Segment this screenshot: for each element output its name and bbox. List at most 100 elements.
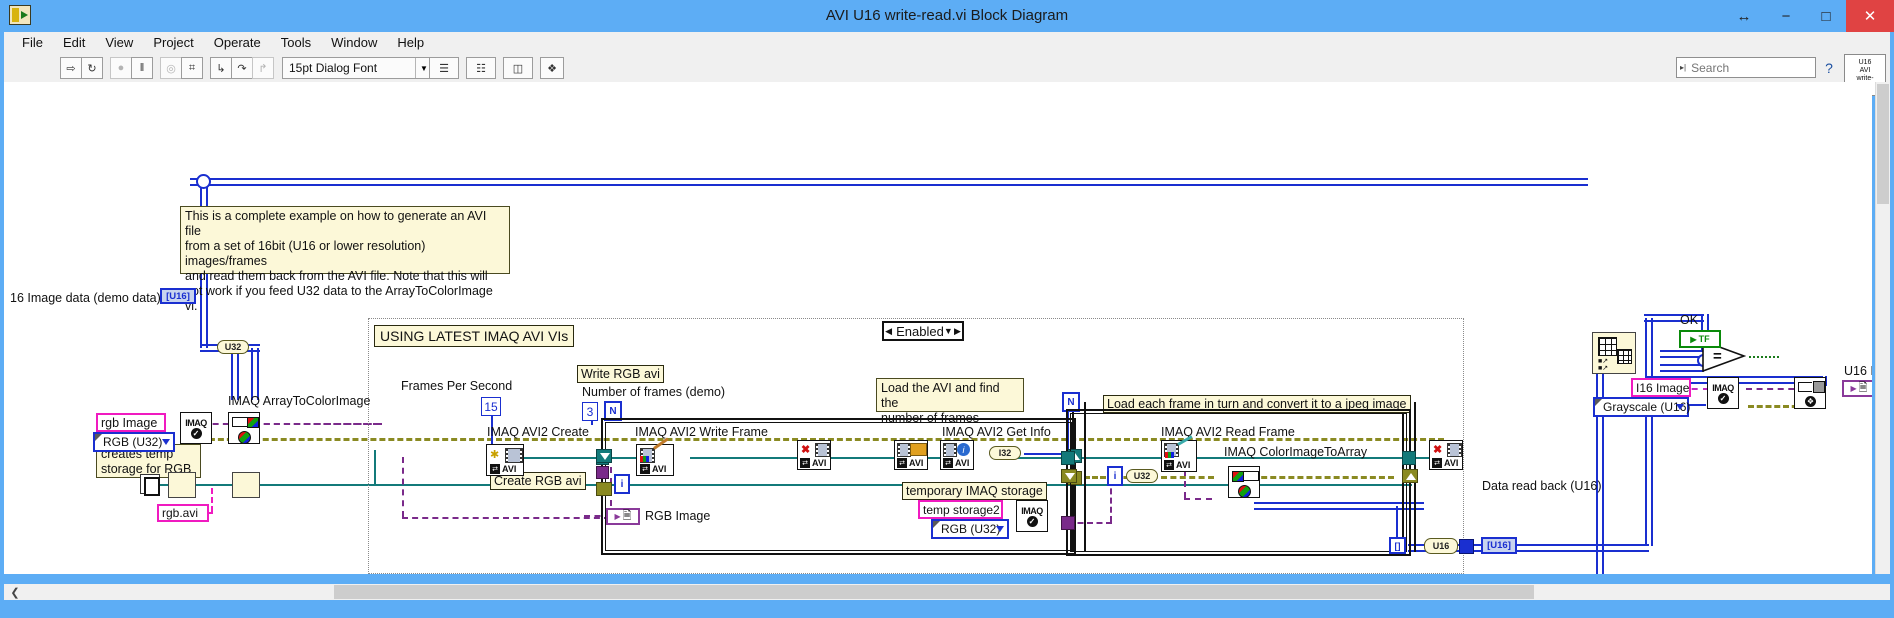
node-imaq-avi2-read-frame[interactable]: ⇄ AVI	[1161, 435, 1197, 472]
node-array-size[interactable]: ■↗ ■↗	[1592, 332, 1636, 374]
tunnel-index-array-out[interactable]: []	[1389, 537, 1406, 554]
control-corner-icon	[1595, 399, 1602, 406]
retain-wire-values-button[interactable]: ⌗	[181, 57, 203, 79]
minimize-button[interactable]: −	[1766, 0, 1806, 32]
label-rgb-image-indicator: RGB Image	[645, 509, 711, 523]
node-imaq-avi2-get-info[interactable]: i ⇄ AVI	[940, 440, 974, 470]
cast-u32-left[interactable]: U32	[217, 340, 249, 354]
align-objects-button[interactable]: ☰	[429, 57, 459, 79]
terminal-u16-array-input[interactable]: [U16]	[160, 288, 196, 304]
cast-u16-readback[interactable]: U16	[1424, 538, 1458, 554]
cast-i32-getinfo[interactable]: I32	[989, 446, 1021, 460]
indicator-u16-image[interactable]: ▶ 🗎	[1842, 380, 1872, 397]
tunnel-read-in-olive[interactable]	[1061, 469, 1077, 483]
maximize-button[interactable]: □	[1806, 0, 1846, 32]
indicator-rgb-image[interactable]: ▶ 🗎	[606, 508, 640, 525]
pause-button[interactable]: ‖	[131, 57, 153, 79]
indicator-data-read-back[interactable]: [U16]	[1481, 537, 1517, 554]
abort-execution-button[interactable]: ●	[110, 57, 132, 79]
tunnel-olive-write-in[interactable]	[596, 482, 612, 496]
chevron-down-icon[interactable]: ▼	[943, 326, 953, 336]
chevron-down-icon[interactable]	[996, 526, 1004, 532]
control-temp-storage2-type[interactable]: RGB (U32)	[931, 519, 1009, 539]
search-scope-icon[interactable]: ▸|	[1677, 63, 1689, 72]
step-into-button[interactable]: ↳	[210, 57, 232, 79]
context-help-icon[interactable]: ?	[1820, 57, 1838, 78]
horizontal-scrollbar[interactable]: ❮	[4, 584, 1890, 600]
node-build-path-1[interactable]	[168, 472, 196, 498]
menu-project[interactable]: Project	[143, 32, 203, 54]
menu-tools[interactable]: Tools	[271, 32, 321, 54]
node-file-constant-icon[interactable]	[140, 474, 160, 496]
constant-frames-per-second[interactable]: 15	[481, 397, 501, 416]
node-imaq-array-to-color-image[interactable]	[228, 412, 260, 444]
node-imaq-create-temp2[interactable]: IMAQ ✓	[1016, 500, 1048, 532]
step-over-button[interactable]: ↷	[231, 57, 253, 79]
control-temp-storage2-label[interactable]: temp storage2	[918, 500, 1003, 519]
tunnel-teal-read-out[interactable]	[1402, 451, 1416, 465]
comment-write-rgb-avi[interactable]: Write RGB avi	[577, 365, 664, 383]
menu-view[interactable]: View	[95, 32, 143, 54]
close-button[interactable]: ✕	[1846, 0, 1894, 32]
node-imaq-avi2-write-frame[interactable]: ⇄ AVI	[636, 437, 674, 476]
control-corner-icon	[95, 434, 102, 441]
block-diagram-canvas[interactable]: This is a complete example on how to gen…	[4, 82, 1872, 574]
wire-u32-cast-right	[251, 348, 259, 400]
control-i16-image-label[interactable]: I16 Image	[1631, 378, 1691, 397]
case-prev-arrow-icon[interactable]: ◀	[884, 325, 894, 337]
loop-index-terminal-read[interactable]: i	[1107, 466, 1123, 486]
control-avi-filename[interactable]: rgb.avi	[157, 504, 209, 522]
resize-objects-button[interactable]: ◫	[503, 57, 533, 79]
node-imaq-avi2-close-read[interactable]: ✖ ⇄ AVI	[1429, 440, 1463, 470]
menu-operate[interactable]: Operate	[204, 32, 271, 54]
menu-help[interactable]: Help	[387, 32, 434, 54]
vertical-scrollbar-thumb[interactable]	[1877, 84, 1889, 204]
menu-file[interactable]: File	[12, 32, 53, 54]
node-imaq-avi2-create[interactable]: ✱ ⇄ AVI	[486, 444, 524, 476]
chevron-down-icon[interactable]	[162, 439, 170, 445]
node-imaq-create-left[interactable]: IMAQ ✓	[180, 412, 212, 444]
wire-u32-cast-down	[231, 348, 239, 400]
tunnel-read-out-olive[interactable]	[1402, 469, 1418, 483]
horizontal-scrollbar-thumb[interactable]	[334, 585, 1534, 599]
search-box[interactable]: ▸| 🔍	[1676, 57, 1863, 78]
node-imaq-create-i16[interactable]: IMAQ ✓	[1707, 377, 1739, 409]
avi-text-close: AVI	[812, 458, 827, 468]
control-i16-image-type[interactable]: Grayscale (U16)	[1593, 397, 1690, 417]
step-out-button[interactable]: ↱	[252, 57, 274, 79]
menu-window[interactable]: Window	[321, 32, 387, 54]
comment-using-latest[interactable]: USING LATEST IMAQ AVI VIs	[374, 325, 575, 347]
control-rgb-image-label[interactable]: rgb Image	[96, 413, 166, 432]
font-selector[interactable]: 15pt Dialog Font ▼	[282, 57, 433, 79]
constant-number-of-frames[interactable]: 3	[582, 402, 598, 421]
node-imaq-color-image-to-array[interactable]	[1228, 466, 1260, 498]
chevron-down-icon[interactable]	[1676, 404, 1684, 410]
control-rgb-image-type[interactable]: RGB (U32)	[93, 432, 175, 452]
case-selector-enabled[interactable]: ◀ Enabled ▼ ▶	[882, 321, 964, 341]
tunnel-teal-read-in[interactable]	[1061, 451, 1075, 465]
node-imaq-avi2-close-write[interactable]: ✖ ⇄ AVI	[797, 440, 831, 470]
indicator-ok-boolean[interactable]: ▶ TF	[1679, 330, 1721, 348]
node-imaq-array-to-image-right[interactable]: ❖	[1794, 377, 1826, 409]
run-continuously-button[interactable]: ↻	[81, 57, 103, 79]
comment-load-avi-find-frames[interactable]: Load the AVI and find the number of fram…	[876, 378, 1024, 425]
clean-up-diagram-button[interactable]: ❖	[540, 57, 564, 79]
node-build-path-2[interactable]	[232, 472, 260, 498]
toolbar: ⇨ ↻ ● ‖ ◎ ⌗ ↳ ↷ ↱ 15pt Dialog Font ▼ ☰ ☷…	[4, 54, 1890, 96]
tunnel-purple-read-in[interactable]	[1061, 516, 1075, 530]
comment-header-note[interactable]: This is a complete example on how to gen…	[180, 206, 510, 313]
distribute-objects-button[interactable]: ☷	[466, 57, 496, 79]
case-next-arrow-icon[interactable]: ▶	[952, 325, 962, 337]
menu-edit[interactable]: Edit	[53, 32, 95, 54]
highlight-execution-button[interactable]: ◎	[160, 57, 182, 79]
cast-u32-read[interactable]: U32	[1126, 469, 1158, 483]
loop-index-terminal-write[interactable]: i	[614, 474, 630, 494]
wire-purple-to-tunnel	[254, 423, 379, 425]
node-imaq-avi2-open[interactable]: ⇄ AVI	[894, 440, 928, 470]
tunnel-purple-write-in[interactable]	[596, 466, 609, 479]
vertical-scrollbar[interactable]	[1875, 82, 1890, 574]
restore-down-button[interactable]: ↔	[1722, 0, 1766, 32]
run-button[interactable]: ⇨	[60, 57, 82, 79]
imaq-create-glyph-3: ✓	[1717, 392, 1729, 404]
scroll-left-arrow-icon[interactable]: ❮	[8, 584, 22, 600]
